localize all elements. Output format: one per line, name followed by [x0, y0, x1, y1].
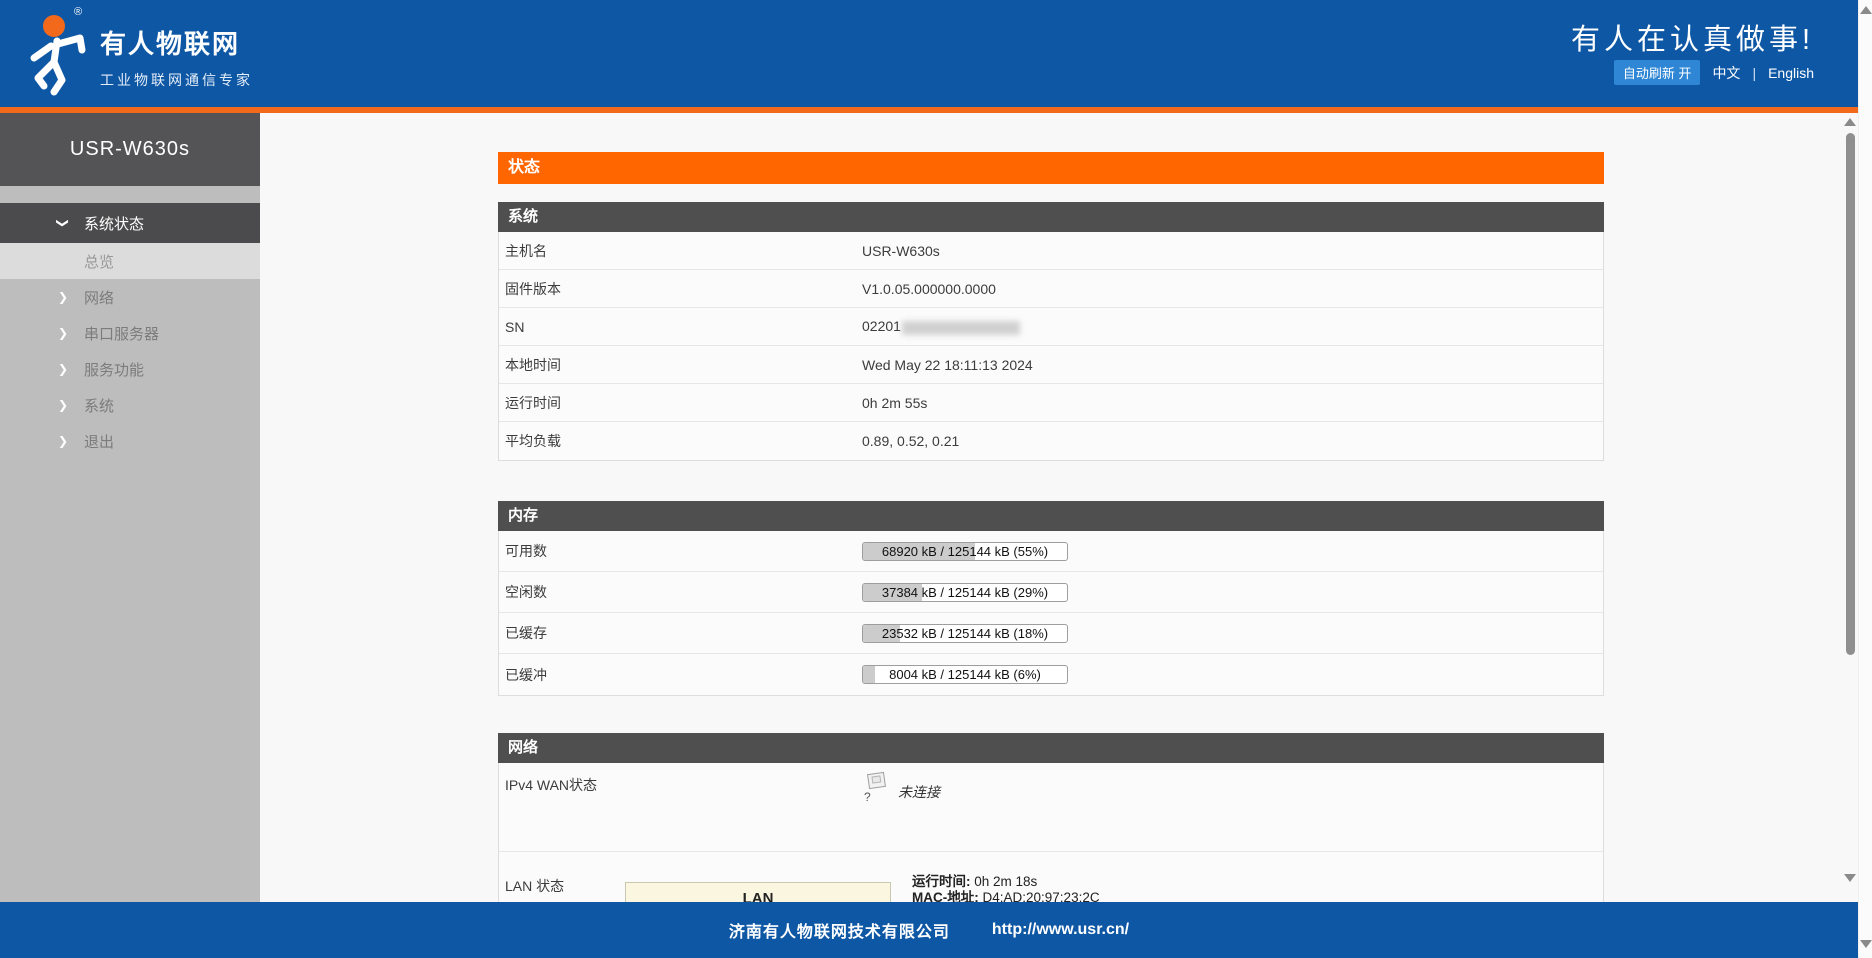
table-row-mem-free: 空闲数 37384 kB / 125144 kB (29%): [499, 572, 1603, 613]
memory-table: 可用数 68920 kB / 125144 kB (55%) 空闲数 37384…: [498, 531, 1604, 696]
row-label: 空闲数: [505, 584, 547, 600]
table-row-load-average: 平均负载 0.89, 0.52, 0.21: [499, 422, 1603, 460]
broken-image-icon: ?: [862, 771, 892, 807]
app-root: ® 有人物联网 工业物联网通信专家 有人在认真做事! 自动刷新 开 中文 | E…: [0, 0, 1872, 958]
brand-block: 有人物联网 工业物联网通信专家: [100, 24, 253, 90]
sidebar-item-label: 网络: [84, 289, 115, 307]
registered-trademark-icon: ®: [74, 6, 83, 18]
memory-bar-text: 37384 kB / 125144 kB (29%): [881, 584, 1049, 600]
row-label: 主机名: [505, 242, 547, 259]
wan-status-text: 未连接: [898, 784, 940, 800]
row-value: USR-W630s: [862, 242, 940, 259]
table-row-uptime: 运行时间 0h 2m 55s: [499, 384, 1603, 422]
brand-title: 有人物联网: [100, 29, 241, 59]
row-value: V1.0.05.000000.0000: [862, 280, 996, 297]
memory-usage-bar: 37384 kB / 125144 kB (29%): [862, 582, 1068, 602]
chevron-right-icon: ❯: [58, 434, 69, 448]
slogan-text: 有人在认真做事!: [1570, 24, 1814, 56]
table-row-sn: SN 02201: [499, 308, 1603, 346]
content-scroll-up-icon[interactable]: [1844, 118, 1856, 126]
memory-bar-text: 68920 kB / 125144 kB (55%): [881, 543, 1049, 559]
row-label: 本地时间: [505, 356, 561, 373]
sidebar-item-label: 系统: [84, 397, 115, 415]
top-header: ® 有人物联网 工业物联网通信专家 有人在认真做事! 自动刷新 开 中文 | E…: [0, 0, 1858, 107]
chevron-right-icon: ❯: [58, 326, 69, 340]
section-header-memory: 内存: [498, 501, 1604, 531]
section-header-network: 网络: [498, 733, 1604, 763]
scroll-up-icon[interactable]: [1860, 6, 1872, 14]
sidebar-item-serial-server[interactable]: ❯ 串口服务器: [0, 315, 260, 351]
table-row-hostname: 主机名 USR-W630s: [499, 232, 1603, 270]
sidebar-item-label: 系统状态: [84, 215, 145, 233]
memory-bar-text: 8004 kB / 125144 kB (6%): [889, 667, 1041, 682]
content-scrollbar-thumb[interactable]: [1846, 133, 1855, 655]
page-title: 状态: [498, 152, 1604, 184]
memory-usage-bar: 23532 kB / 125144 kB (18%): [862, 623, 1068, 643]
sidebar-item-label: 服务功能: [84, 361, 145, 379]
memory-bar-text: 23532 kB / 125144 kB (18%): [881, 625, 1049, 641]
row-label: LAN 状态: [505, 878, 565, 894]
row-label: IPv4 WAN状态: [505, 777, 598, 793]
content-scroll-down-icon[interactable]: [1844, 874, 1856, 882]
table-row-wan-status: IPv4 WAN状态 ? 未连接: [499, 763, 1603, 852]
footer-website-link[interactable]: http://www.usr.cn/: [992, 921, 1129, 939]
table-row-mem-buffered: 已缓冲 8004 kB / 125144 kB (6%): [499, 654, 1603, 695]
sidebar-item-label: 退出: [84, 433, 115, 451]
table-row-mem-available: 可用数 68920 kB / 125144 kB (55%): [499, 531, 1603, 572]
auto-refresh-toggle[interactable]: 自动刷新 开: [1613, 60, 1701, 85]
scroll-down-icon[interactable]: [1860, 940, 1872, 948]
lang-english-link[interactable]: English: [1768, 65, 1814, 81]
lang-chinese-link[interactable]: 中文: [1712, 63, 1740, 83]
row-value: Wed May 22 18:11:13 2024: [862, 356, 1033, 373]
row-label: SN: [505, 318, 525, 335]
page-footer: 济南有人物联网技术有限公司 http://www.usr.cn/: [0, 902, 1858, 958]
sidebar-item-label: 总览: [84, 253, 115, 271]
sidebar: USR-W630s ❯ 系统状态 总览 ❯ 网络 ❯ 串口服务器 ❯ 服务功能 …: [0, 113, 260, 958]
row-label: 固件版本: [505, 280, 561, 297]
footer-company-name: 济南有人物联网技术有限公司: [728, 924, 950, 941]
chevron-down-icon: ❯: [56, 217, 71, 229]
browser-scrollbar[interactable]: [1858, 0, 1872, 958]
row-label: 运行时间: [505, 394, 561, 411]
row-value: 0.89, 0.52, 0.21: [862, 433, 960, 449]
usr-logo-icon: [24, 8, 96, 100]
system-table: 主机名 USR-W630s 固件版本 V1.0.05.000000.0000 S…: [498, 232, 1604, 461]
sidebar-item-label: 串口服务器: [84, 325, 160, 343]
table-row-local-time: 本地时间 Wed May 22 18:11:13 2024: [499, 346, 1603, 384]
orange-accent-strip: [0, 107, 1858, 113]
memory-usage-bar: 68920 kB / 125144 kB (55%): [862, 541, 1068, 561]
row-label: 平均负载: [505, 433, 561, 449]
sn-masked-blur: [901, 320, 1020, 335]
sidebar-item-overview[interactable]: 总览: [0, 243, 260, 279]
memory-usage-bar: 8004 kB / 125144 kB (6%): [862, 665, 1068, 684]
row-label: 已缓冲: [505, 666, 547, 683]
table-row-mem-cached: 已缓存 23532 kB / 125144 kB (18%): [499, 613, 1603, 654]
sidebar-item-system[interactable]: ❯ 系统: [0, 387, 260, 423]
section-header-system: 系统: [498, 202, 1604, 232]
brand-subtitle: 工业物联网通信专家: [100, 72, 253, 88]
row-value: 0h 2m 55s: [862, 394, 928, 411]
lan-uptime-line: 运行时间: 0h 2m 18s: [912, 874, 1038, 889]
header-controls: 自动刷新 开 中文 | English: [1613, 60, 1814, 85]
sidebar-item-services[interactable]: ❯ 服务功能: [0, 351, 260, 387]
chevron-right-icon: ❯: [58, 362, 69, 376]
table-row-firmware: 固件版本 V1.0.05.000000.0000: [499, 270, 1603, 308]
row-label: 可用数: [505, 543, 547, 559]
sidebar-divider: [0, 186, 260, 203]
row-value: 02201: [862, 318, 1020, 335]
wan-status: ? 未连接: [862, 763, 940, 807]
sidebar-item-network[interactable]: ❯ 网络: [0, 279, 260, 315]
sidebar-item-logout[interactable]: ❯ 退出: [0, 423, 260, 459]
lang-separator: |: [1752, 64, 1757, 81]
chevron-right-icon: ❯: [58, 398, 69, 412]
main-content: 状态 系统 主机名 USR-W630s 固件版本 V1.0.05.000000.…: [0, 113, 1872, 958]
chevron-right-icon: ❯: [58, 290, 69, 304]
sidebar-item-system-status[interactable]: ❯ 系统状态: [0, 203, 260, 243]
row-label: 已缓存: [505, 625, 547, 641]
device-name: USR-W630s: [0, 113, 260, 186]
